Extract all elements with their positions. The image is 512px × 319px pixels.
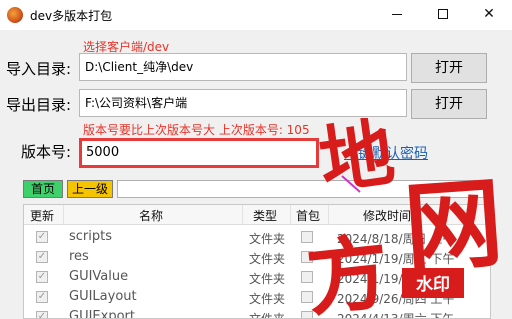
update-checkbox[interactable]: ✓ — [36, 231, 48, 243]
first-package-checkbox[interactable] — [301, 291, 313, 303]
column-type[interactable]: 类型 — [253, 207, 277, 224]
minimize-button[interactable] — [374, 0, 420, 30]
table-row[interactable]: ✓ GUIValue 文件夹 2024/1/19/周五 下午 — [24, 267, 490, 287]
file-name: GUILayout — [69, 289, 137, 304]
first-package-checkbox[interactable] — [301, 251, 313, 263]
first-package-checkbox[interactable] — [301, 311, 313, 318]
table-header: 更新 名称 类型 首包 修改时间 — [24, 205, 490, 225]
app-icon — [7, 7, 23, 23]
import-dir-label: 导入目录: — [6, 60, 72, 78]
table-row[interactable]: ✓ scripts 文件夹 2024/8/18/周日 上午 — [24, 227, 490, 247]
window-title: dev多版本打包 — [30, 9, 113, 23]
title-bar: dev多版本打包 ✕ — [0, 0, 512, 30]
version-input[interactable]: 5000 — [79, 138, 319, 168]
first-package-checkbox[interactable] — [301, 271, 313, 283]
update-checkbox[interactable]: ✓ — [36, 311, 48, 318]
file-modified-time: 2024/8/18/周日 上午 — [337, 232, 455, 246]
file-type: 文件夹 — [249, 292, 286, 306]
file-type: 文件夹 — [249, 312, 286, 319]
home-button[interactable]: 首页 — [23, 180, 63, 198]
close-button[interactable]: ✕ — [466, 0, 512, 30]
up-level-button[interactable]: 上一级 — [67, 180, 113, 198]
update-checkbox[interactable]: ✓ — [36, 291, 48, 303]
first-package-checkbox[interactable] — [301, 231, 313, 243]
file-name: GUIValue — [69, 269, 129, 284]
file-table: 更新 名称 类型 首包 修改时间 ✓ scripts 文件夹 2024/8/18… — [23, 204, 491, 319]
path-bar[interactable] — [117, 180, 487, 198]
file-modified-time: 2024/1/19/周五 下午 — [337, 272, 455, 286]
file-modified-time: 2024/1/19/周五 下午 — [337, 252, 455, 266]
export-dir-field[interactable]: F:\公司资料\客户端 — [79, 89, 407, 117]
table-row[interactable]: ✓ GUIExport 文件夹 2024/4/13/周六 下午 — [24, 307, 490, 319]
file-modified-time: 2024/4/13/周六 下午 — [337, 312, 455, 319]
update-checkbox[interactable]: ✓ — [36, 251, 48, 263]
file-type: 文件夹 — [249, 232, 286, 246]
file-modified-time: 2024/9/26/周四 上午 — [337, 292, 455, 306]
file-name: scripts — [69, 229, 112, 244]
file-name: GUIExport — [69, 309, 135, 319]
column-modified-time[interactable]: 修改时间 — [363, 207, 411, 224]
column-update[interactable]: 更新 — [30, 207, 54, 224]
maximize-icon — [438, 9, 448, 19]
version-label: 版本号: — [21, 143, 72, 161]
close-icon: ✕ — [483, 6, 495, 22]
export-dir-label: 导出目录: — [6, 96, 72, 114]
maximize-button[interactable] — [420, 0, 466, 30]
export-open-button[interactable]: 打开 — [411, 89, 487, 119]
table-row[interactable]: ✓ GUILayout 文件夹 2024/9/26/周四 上午 — [24, 287, 490, 307]
column-first-package[interactable]: 首包 — [296, 207, 320, 224]
import-open-button[interactable]: 打开 — [411, 53, 487, 83]
column-name[interactable]: 名称 — [139, 207, 163, 224]
version-hint: 版本号要比上次版本号大 上次版本号: 105 — [83, 123, 310, 137]
minimize-icon — [392, 13, 402, 15]
update-checkbox[interactable]: ✓ — [36, 271, 48, 283]
table-row[interactable]: ✓ res 文件夹 2024/1/19/周五 下午 — [24, 247, 490, 267]
file-type: 文件夹 — [249, 252, 286, 266]
import-dir-field[interactable]: D:\Client_纯净\dev — [79, 53, 407, 81]
file-name: res — [69, 249, 89, 264]
set-default-password-link[interactable]: 一键默认密码 — [344, 143, 428, 163]
file-type: 文件夹 — [249, 272, 286, 286]
